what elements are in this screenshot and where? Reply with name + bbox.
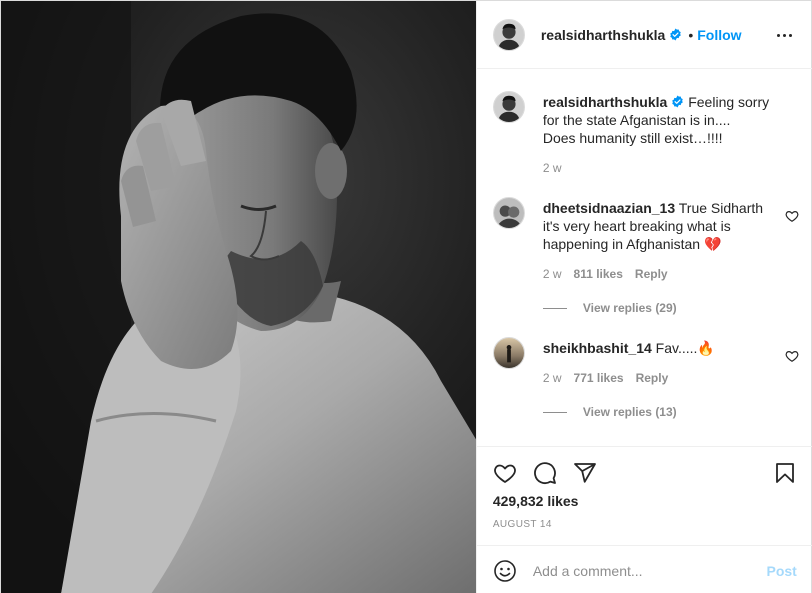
view-replies-label: View replies (29) — [582, 301, 677, 315]
comment-like-heart-icon[interactable] — [785, 209, 799, 223]
view-replies-label: View replies (13) — [582, 405, 677, 419]
separator-dot: • — [688, 26, 694, 43]
author-username[interactable]: realsidharthshukla — [541, 27, 666, 43]
caption-body: realsidharthshukla Feeling sorry for the… — [543, 93, 775, 147]
add-comment-bar: Post — [476, 545, 812, 593]
post-header: realsidharthshukla • Follow — [476, 1, 812, 69]
post-side-panel: realsidharthshukla • Follow realsidharth… — [475, 1, 812, 593]
comment-body: dheetsidnaazian_13 True Sidharth it's ve… — [543, 199, 775, 253]
commenter-username[interactable]: sheikhbashit_14 — [543, 340, 652, 356]
comment-likes-count[interactable]: 811 likes — [574, 267, 623, 281]
replies-divider-line — [542, 307, 567, 309]
view-replies-button[interactable]: View replies (13) — [542, 405, 677, 419]
comment-body: sheikhbashit_14 Fav.....🔥 — [543, 339, 775, 357]
commenter-avatar[interactable] — [492, 197, 525, 229]
verified-badge-icon — [671, 95, 684, 108]
comment-reply-button[interactable]: Reply — [636, 371, 669, 385]
comment-meta: 2 w 811 likes Reply — [543, 267, 668, 281]
commenter-username[interactable]: dheetsidnaazian_13 — [543, 200, 675, 216]
likes-count[interactable]: 429,832 likes — [493, 493, 579, 509]
action-icons — [493, 461, 597, 485]
comment-icon[interactable] — [533, 461, 557, 485]
instagram-post: realsidharthshukla • Follow realsidharth… — [0, 0, 812, 593]
post-photo[interactable] — [1, 1, 476, 593]
post-actions: 429,832 likes AUGUST 14 Post — [476, 446, 812, 593]
comment-timestamp[interactable]: 2 w — [543, 371, 562, 385]
view-replies-button[interactable]: View replies (29) — [542, 301, 677, 315]
caption-username[interactable]: realsidharthshukla — [543, 94, 668, 110]
follow-button[interactable]: Follow — [697, 27, 741, 43]
heart-icon[interactable] — [493, 461, 517, 485]
replies-divider-line — [542, 411, 567, 413]
emoji-smiley-icon[interactable] — [493, 559, 517, 583]
comment-text: Fav.....🔥 — [651, 340, 715, 356]
caption-text-line2: Does humanity still exist…!!!! — [542, 130, 723, 146]
comment-likes-count[interactable]: 771 likes — [574, 371, 624, 385]
bookmark-icon[interactable] — [773, 461, 797, 485]
more-options-icon[interactable] — [773, 23, 797, 47]
caption-timestamp[interactable]: 2 w — [543, 161, 562, 175]
comment-like-heart-icon[interactable] — [785, 349, 799, 363]
comment-reply-button[interactable]: Reply — [635, 267, 668, 281]
verified-badge-icon — [669, 28, 682, 41]
commenter-avatar[interactable] — [492, 337, 525, 369]
post-comment-button[interactable]: Post — [766, 563, 796, 579]
caption-meta: 2 w — [543, 161, 562, 175]
photo-bw-man-resting-head-on-hand — [1, 1, 476, 593]
share-paper-plane-icon[interactable] — [573, 461, 597, 485]
caption-avatar[interactable] — [492, 91, 525, 123]
comment-timestamp[interactable]: 2 w — [543, 267, 562, 281]
comment-meta: 2 w 771 likes Reply — [543, 371, 668, 385]
post-date[interactable]: AUGUST 14 — [493, 519, 552, 530]
add-comment-input[interactable] — [532, 562, 767, 579]
author-avatar[interactable] — [492, 18, 525, 51]
